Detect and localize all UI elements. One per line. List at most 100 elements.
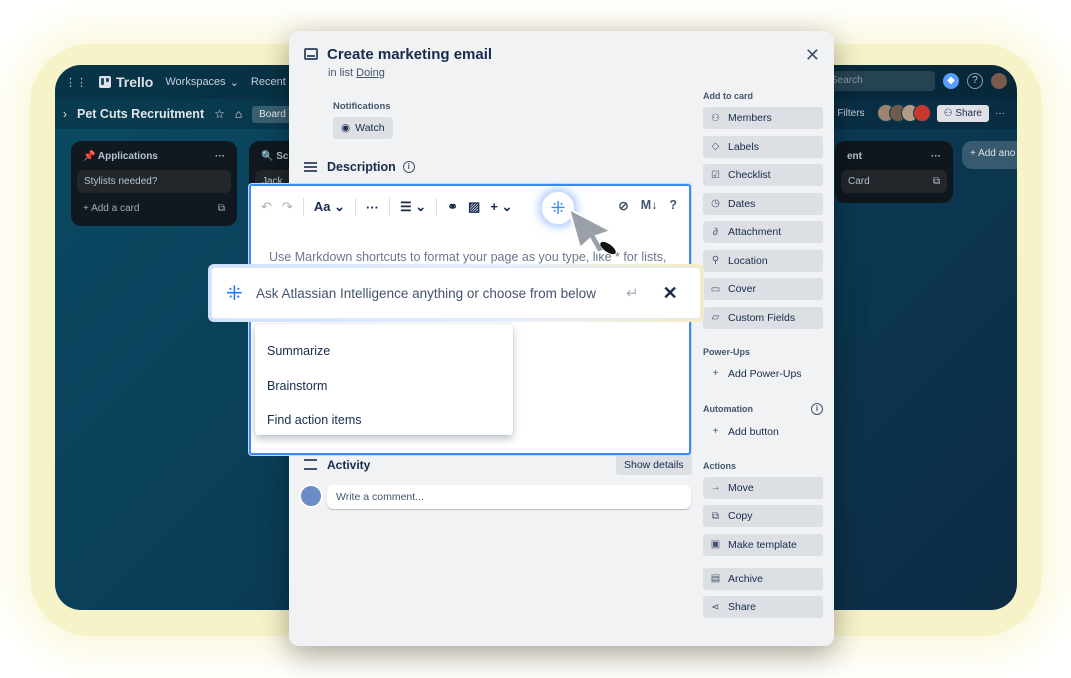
help-icon[interactable]: ? — [967, 73, 983, 89]
sidebar-toggle-icon[interactable]: › — [63, 107, 67, 121]
filters-button[interactable]: Filters — [837, 108, 864, 119]
list-card[interactable]: Stylists needed? — [77, 170, 231, 193]
toolbar-right: ⊘ M↓ ? — [618, 198, 677, 213]
visibility-icon[interactable]: ⌂ — [235, 107, 242, 121]
show-details-button[interactable]: Show details — [616, 455, 692, 475]
insert-dropdown[interactable]: + ⌄ — [490, 199, 512, 215]
list-applications: 📌 Applications ··· Stylists needed? + Add… — [71, 141, 237, 226]
notifications-label: Notifications — [333, 101, 391, 112]
make-template-button[interactable]: ▣ Make template — [703, 533, 823, 556]
suggestion-summarize[interactable]: Summarize — [255, 334, 513, 369]
user-avatar-icon[interactable] — [991, 73, 1007, 89]
image-icon[interactable]: ▨ — [468, 199, 480, 215]
archive-icon: ▤ — [710, 573, 721, 584]
activity-icon — [304, 459, 317, 470]
custom-fields-button[interactable]: ▱ Custom Fields — [703, 306, 823, 329]
template-icon[interactable]: ⧉ — [218, 203, 225, 214]
share-icon: ⋖ — [711, 601, 720, 613]
checkbox-icon: ☑ — [711, 169, 720, 181]
chevron-down-icon: ⌄ — [411, 199, 427, 214]
location-pin-icon: ⚲ — [711, 255, 720, 266]
list-link[interactable]: Doing — [356, 67, 385, 79]
arrow-right-icon: → — [710, 482, 721, 493]
template-icon: ▣ — [710, 539, 721, 550]
add-powerups-button[interactable]: + Add Power-Ups — [703, 363, 823, 385]
cover-icon: ▭ — [710, 283, 721, 295]
board-name[interactable]: Pet Cuts Recruitment — [77, 107, 204, 121]
list-dropdown[interactable]: ☰ ⌄ — [400, 199, 426, 215]
board-view-button[interactable]: Board — [252, 105, 293, 123]
suggestion-brainstorm[interactable]: Brainstorm — [255, 369, 513, 404]
fields-icon: ▱ — [711, 312, 720, 323]
menu-recent[interactable]: Recent — [251, 76, 286, 88]
cover-button[interactable]: ▭ Cover — [703, 278, 823, 300]
powerups-label: Power-Ups — [703, 346, 751, 357]
automation-label: Automation i — [703, 402, 823, 415]
more-formatting-button[interactable]: ··· — [366, 200, 379, 215]
text-style-dropdown[interactable]: Aa ⌄ — [314, 199, 345, 215]
info-icon[interactable]: i — [402, 161, 415, 173]
member-avatars[interactable] — [876, 104, 931, 122]
copy-button[interactable]: ⧉ Copy — [703, 505, 823, 527]
toolbar-divider — [354, 198, 356, 216]
avatar — [912, 104, 931, 122]
watch-button[interactable]: ◉ Watch — [333, 117, 393, 139]
avatar — [299, 484, 323, 508]
more-icon[interactable]: ··· — [931, 151, 941, 162]
add-to-card-label: Add to card — [703, 91, 754, 101]
toolbar-divider — [302, 198, 304, 216]
help-icon[interactable]: ? — [669, 198, 677, 213]
link-icon[interactable]: ⚭ — [447, 199, 458, 215]
list-right: ent ··· Card ⧉ — [835, 141, 953, 203]
notification-icon[interactable]: ◆ — [943, 73, 959, 89]
description-heading: Description i — [327, 160, 415, 174]
undo-icon[interactable]: ↶ — [261, 199, 272, 215]
enter-icon[interactable]: ↵ — [626, 284, 639, 302]
add-button-button[interactable]: + Add button — [703, 421, 823, 443]
search-input[interactable]: Search — [825, 71, 935, 91]
plus-icon: + — [970, 148, 979, 159]
card-title[interactable]: Create marketing email — [327, 46, 492, 63]
close-icon[interactable]: ✕ — [663, 283, 678, 304]
plus-icon: + — [490, 199, 498, 214]
more-icon[interactable]: ··· — [995, 108, 1005, 119]
attachment-button[interactable]: ∂ Attachment — [703, 221, 823, 243]
sparkle-icon: ⁜ — [550, 197, 566, 218]
board-header-right: Filters ⚇ Share ··· — [837, 104, 1005, 122]
ai-prompt-input[interactable] — [256, 285, 624, 301]
apps-grid-icon[interactable]: ⋮⋮ — [65, 76, 87, 89]
redo-icon[interactable]: ↷ — [282, 199, 293, 215]
clock-icon: ◷ — [711, 198, 720, 209]
add-card-button[interactable]: + Add a card ⧉ — [77, 197, 231, 220]
markdown-toggle[interactable]: M↓ — [641, 198, 658, 213]
checklist-button[interactable]: ☑ Checklist — [703, 164, 823, 186]
card-sidebar: Add to card ⚇ Members ◇ Labels ☑ Checklist … — [703, 91, 823, 625]
add-list-button[interactable]: + Add ano — [962, 141, 1017, 169]
info-icon[interactable]: i — [811, 402, 823, 415]
trello-logo[interactable]: Trello — [99, 74, 153, 90]
suggestion-find-action-items[interactable]: Find action items — [255, 403, 513, 438]
comment-input[interactable]: Write a comment... — [327, 485, 691, 509]
actions-label: Actions — [703, 460, 737, 471]
share-board-button[interactable]: ⚇ Share — [936, 104, 989, 122]
template-icon: ⧉ — [932, 176, 940, 187]
close-icon[interactable]: ✕ — [805, 45, 820, 66]
members-button[interactable]: ⚇ Members — [703, 107, 823, 129]
share-button[interactable]: ⋖ Share — [703, 596, 823, 618]
archive-button[interactable]: ▤ Archive — [703, 567, 823, 590]
list-header[interactable]: ent ··· — [841, 147, 947, 166]
more-icon[interactable]: ··· — [215, 151, 225, 162]
list-header[interactable]: 📌 Applications ··· — [77, 147, 231, 166]
labels-button[interactable]: ◇ Labels — [703, 135, 823, 158]
move-button[interactable]: → Move — [703, 476, 823, 499]
list-card[interactable]: Card ⧉ — [841, 170, 947, 193]
menu-workspaces[interactable]: Workspaces — [165, 76, 225, 88]
chevron-down-icon: ⌄ — [497, 199, 513, 214]
dates-button[interactable]: ◷ Dates — [703, 192, 823, 215]
chevron-down-icon: ⌄ — [229, 76, 239, 89]
bullet-list-icon: ☰ — [399, 199, 412, 214]
copy-icon: ⧉ — [711, 510, 720, 522]
star-icon[interactable]: ☆ — [214, 107, 225, 121]
card-list-location: in list Doing — [328, 67, 385, 79]
location-button[interactable]: ⚲ Location — [703, 249, 823, 272]
